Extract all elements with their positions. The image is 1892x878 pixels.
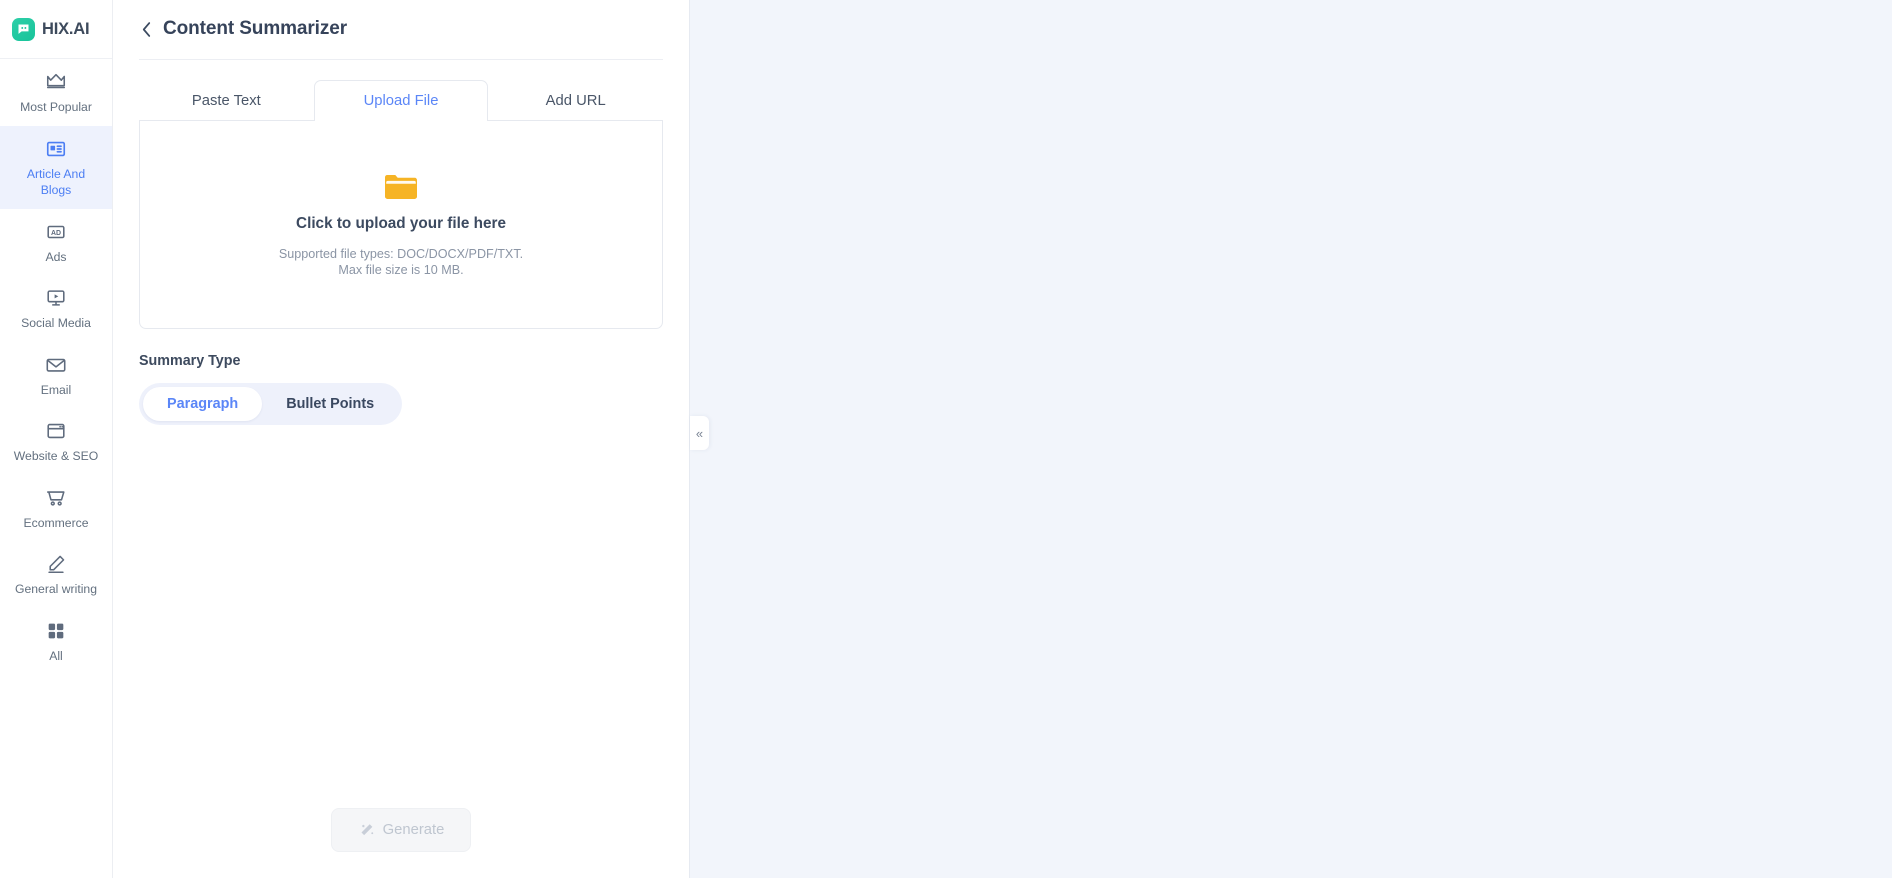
sidebar-item-label: Website & SEO bbox=[13, 449, 99, 463]
envelope-icon bbox=[44, 353, 68, 377]
summary-type-segmented-control: Paragraph Bullet Points bbox=[139, 383, 403, 425]
file-upload-dropzone[interactable]: Click to upload your file here Supported… bbox=[139, 120, 663, 329]
tab-add-url[interactable]: Add URL bbox=[488, 80, 663, 121]
output-area bbox=[690, 0, 1892, 878]
summary-type-option-bullet-points[interactable]: Bullet Points bbox=[262, 387, 398, 421]
crown-icon bbox=[44, 70, 68, 94]
sidebar-item-email[interactable]: Email bbox=[0, 342, 112, 409]
summary-type-field: Summary Type Paragraph Bullet Points bbox=[113, 353, 689, 425]
tab-label: Add URL bbox=[545, 93, 606, 109]
tab-label: Paste Text bbox=[191, 93, 261, 109]
sidebar-item-website-and-seo[interactable]: Website & SEO bbox=[0, 408, 112, 475]
sidebar-item-label: Ads bbox=[45, 249, 67, 264]
tab-upload-file[interactable]: Upload File bbox=[313, 80, 489, 121]
pencil-icon bbox=[44, 552, 68, 576]
summary-type-label: Summary Type bbox=[139, 353, 241, 369]
grid-icon bbox=[44, 619, 68, 643]
article-icon bbox=[44, 137, 68, 161]
panel-collapse-handle[interactable]: « bbox=[690, 416, 709, 450]
magic-wand-icon bbox=[358, 822, 375, 839]
sidebar-item-label: Most Popular bbox=[20, 100, 92, 114]
sidebar-item-label: All bbox=[49, 648, 63, 663]
generate-button-label: Generate bbox=[382, 822, 445, 838]
sidebar-item-most-popular[interactable]: Most Popular bbox=[0, 59, 112, 126]
input-source-tabs: Paste Text Upload File Add URL bbox=[139, 80, 663, 121]
chevron-double-left-icon: « bbox=[695, 425, 704, 441]
sidebar-item-article-and-blogs[interactable]: Article And Blogs bbox=[0, 125, 112, 209]
svg-text:AD: AD bbox=[51, 230, 61, 237]
tab-paste-text[interactable]: Paste Text bbox=[139, 80, 314, 121]
tab-label: Upload File bbox=[363, 93, 439, 109]
brand-name: HIX.AI bbox=[42, 19, 90, 38]
monitor-play-icon bbox=[44, 286, 68, 310]
browser-window-icon bbox=[44, 419, 68, 443]
sidebar-item-ads[interactable]: AD Ads bbox=[0, 209, 112, 276]
sidebar-item-label: Email bbox=[40, 382, 72, 397]
sidebar-item-label: Article And Blogs bbox=[26, 166, 86, 198]
input-source-tabs-wrap: Paste Text Upload File Add URL Click to … bbox=[113, 80, 689, 329]
panel-header: Content Summarizer bbox=[113, 0, 689, 60]
sidebar: HIX.AI Most Popular Article And Blogs AD… bbox=[0, 0, 113, 878]
upload-hint: Supported file types: DOC/DOCX/PDF/TXT. … bbox=[279, 246, 523, 279]
segment-label: Bullet Points bbox=[286, 396, 375, 412]
chevron-left-icon[interactable] bbox=[139, 20, 153, 38]
brand-logo-row[interactable]: HIX.AI bbox=[0, 0, 112, 59]
sidebar-item-all[interactable]: All bbox=[0, 608, 112, 675]
sidebar-nav: Most Popular Article And Blogs AD Ads So… bbox=[0, 59, 112, 878]
sidebar-item-label: General writing bbox=[15, 582, 97, 596]
page-title: Content Summarizer bbox=[163, 18, 348, 39]
panel-footer: Generate bbox=[113, 808, 689, 878]
summary-type-option-paragraph[interactable]: Paragraph bbox=[143, 387, 263, 421]
upload-hint-maxsize: Max file size is 10 MB. bbox=[338, 263, 464, 277]
sidebar-item-general-writing[interactable]: General writing bbox=[0, 541, 112, 608]
tool-panel: Content Summarizer Paste Text Upload Fil… bbox=[113, 0, 690, 878]
segment-label: Paragraph bbox=[167, 396, 239, 412]
sidebar-item-ecommerce[interactable]: Ecommerce bbox=[0, 475, 112, 542]
app-root: HIX.AI Most Popular Article And Blogs AD… bbox=[0, 0, 1892, 878]
ad-badge-icon: AD bbox=[44, 220, 68, 244]
chat-bubble-icon bbox=[12, 17, 35, 41]
panel-title-row: Content Summarizer bbox=[139, 18, 663, 60]
sidebar-item-social-media[interactable]: Social Media bbox=[0, 275, 112, 342]
generate-button[interactable]: Generate bbox=[331, 808, 471, 852]
upload-title: Click to upload your file here bbox=[296, 214, 506, 232]
sidebar-item-label: Ecommerce bbox=[23, 515, 89, 530]
shopping-cart-icon bbox=[44, 486, 68, 510]
folder-icon bbox=[383, 171, 419, 201]
sidebar-item-label: Social Media bbox=[21, 316, 91, 330]
upload-hint-filetypes: Supported file types: DOC/DOCX/PDF/TXT. bbox=[278, 246, 524, 261]
